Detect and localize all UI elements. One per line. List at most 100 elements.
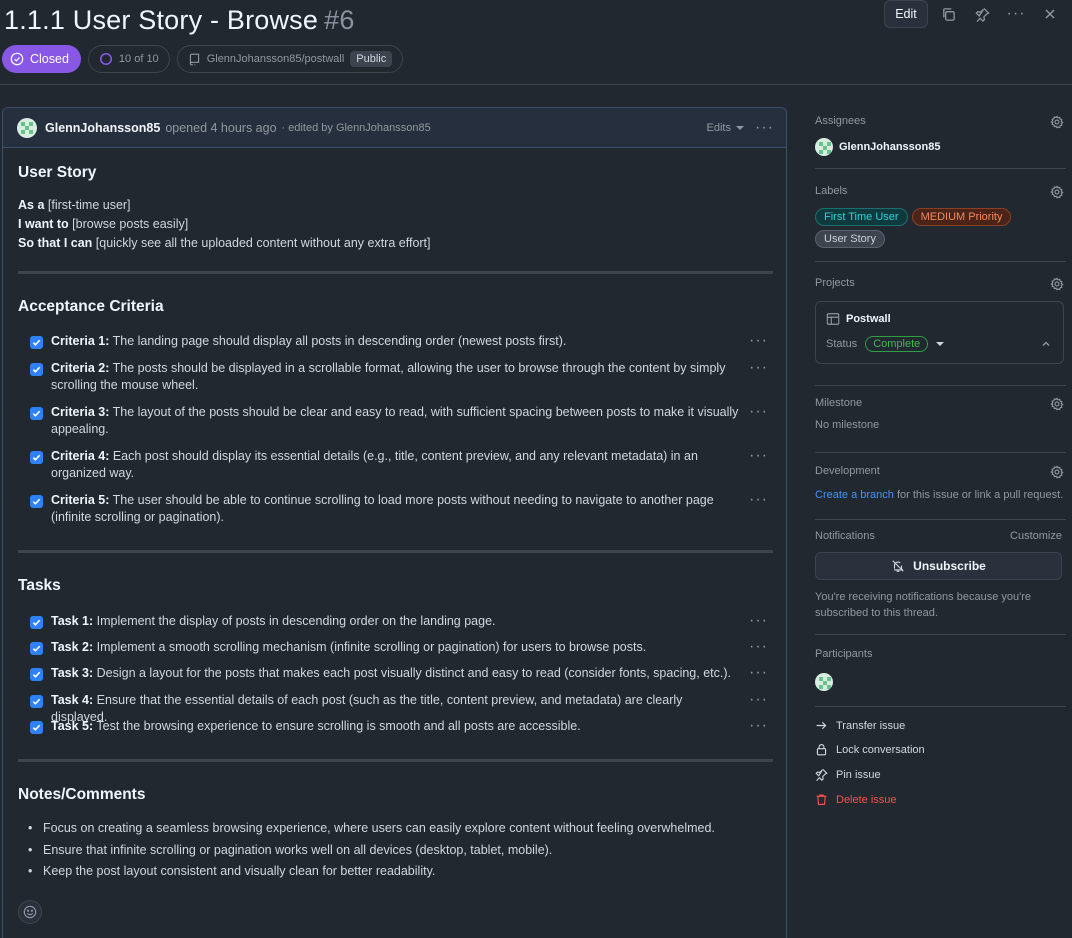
label-first-time-user[interactable]: First Time User <box>815 208 908 226</box>
notifications-section: Notifications Customize Unsubscribe You'… <box>815 530 1066 621</box>
pin-icon[interactable] <box>968 0 996 28</box>
checkbox[interactable] <box>30 695 43 708</box>
add-reaction-button[interactable] <box>18 900 42 924</box>
project-status: Status Complete <box>826 336 945 352</box>
close-icon[interactable] <box>1036 0 1064 28</box>
assignees-section: Assignees GlennJohansson85 <box>815 115 1066 156</box>
item-options-icon[interactable]: ··· <box>749 359 768 377</box>
item-options-icon[interactable]: ··· <box>749 332 768 350</box>
issue-body-comment: GlennJohansson85 opened 4 hours ago · ed… <box>2 107 787 938</box>
divider <box>815 261 1066 262</box>
checkbox[interactable] <box>30 336 43 349</box>
delete-issue-action[interactable]: Delete issue <box>815 793 897 806</box>
bell-slash-icon <box>892 560 904 572</box>
gear-icon[interactable] <box>1050 277 1064 294</box>
gear-icon[interactable] <box>1050 185 1064 202</box>
header-actions: Edit ··· <box>884 0 1064 28</box>
criteria-text: Criteria 4: Each post should display its… <box>51 449 698 480</box>
unsubscribe-button[interactable]: Unsubscribe <box>815 552 1062 580</box>
gear-icon[interactable] <box>1050 465 1064 482</box>
criteria-text: Criteria 5: The user should be able to c… <box>51 493 714 524</box>
checkbox[interactable] <box>30 721 43 734</box>
checkbox[interactable] <box>30 642 43 655</box>
comment-author[interactable]: GlennJohansson85 <box>45 121 160 135</box>
notes-list: Focus on creating a seamless browsing ex… <box>28 818 715 883</box>
section-divider <box>18 271 773 274</box>
checkbox[interactable] <box>30 451 43 464</box>
create-branch-link[interactable]: Create a branch <box>815 489 894 501</box>
gear-icon[interactable] <box>1050 397 1064 414</box>
header-divider <box>0 84 1072 85</box>
label-medium-priority[interactable]: MEDIUM Priority <box>911 208 1012 226</box>
story-text: As a [first-time user] I want to [browse… <box>18 196 431 253</box>
list-item: Ensure that infinite scrolling or pagina… <box>28 840 715 862</box>
checkbox[interactable] <box>30 363 43 376</box>
task-item: Task 1: Implement the display of posts i… <box>30 612 780 630</box>
criteria-text: Criteria 2: The posts should be displaye… <box>51 361 726 392</box>
project-name[interactable]: Postwall <box>826 312 891 326</box>
item-options-icon[interactable]: ··· <box>749 491 768 509</box>
repo-icon <box>189 53 199 65</box>
project-card: Postwall Status Complete <box>815 301 1064 364</box>
pin-icon <box>815 768 828 781</box>
list-item: Keep the post layout consistent and visu… <box>28 861 715 883</box>
chevron-down-icon[interactable] <box>936 340 945 348</box>
state-label: Closed <box>30 52 69 66</box>
comment-options-icon[interactable]: ··· <box>755 119 774 137</box>
task-text: Task 5: Test the browsing experience to … <box>51 719 581 733</box>
trash-icon <box>816 794 827 805</box>
milestone-title: Milestone <box>815 397 863 409</box>
more-options-icon[interactable]: ··· <box>1002 0 1030 28</box>
label-user-story[interactable]: User Story <box>815 230 885 248</box>
progress-circle-icon <box>99 52 112 66</box>
gear-icon[interactable] <box>1050 115 1064 132</box>
task-item: Task 5: Test the browsing experience to … <box>30 717 780 735</box>
customize-link[interactable]: Customize <box>1010 530 1062 542</box>
progress-pill[interactable]: 10 of 10 <box>87 45 170 73</box>
checkbox[interactable] <box>30 668 43 681</box>
item-options-icon[interactable]: ··· <box>749 638 768 656</box>
table-icon <box>826 313 840 325</box>
status-label: Status <box>826 338 858 350</box>
item-options-icon[interactable]: ··· <box>749 612 768 630</box>
item-options-icon[interactable]: ··· <box>749 403 768 421</box>
item-options-icon[interactable]: ··· <box>749 664 768 682</box>
repo-pill[interactable]: GlennJohansson85/postwall Public <box>176 45 404 73</box>
item-options-icon[interactable]: ··· <box>749 717 768 735</box>
divider <box>815 706 1066 707</box>
assignee[interactable]: GlennJohansson85 <box>815 138 1066 156</box>
development-text: Create a branch for this issue or link a… <box>815 489 1064 501</box>
section-divider <box>18 759 773 762</box>
projects-section: Projects Postwall Status Complete <box>815 277 1066 364</box>
copy-icon[interactable] <box>934 0 962 28</box>
edit-button[interactable]: Edit <box>884 0 928 28</box>
edits-dropdown[interactable]: Edits <box>707 122 744 134</box>
criteria-item: Criteria 4: Each post should display its… <box>30 447 780 482</box>
avatar[interactable] <box>17 117 37 138</box>
chevron-up-icon[interactable] <box>1041 338 1051 352</box>
assignee-name: GlennJohansson85 <box>839 141 941 153</box>
tasks-heading: Tasks <box>18 577 61 594</box>
check-circle-icon <box>10 52 24 66</box>
comment-edited: · edited by GlennJohansson85 <box>281 121 431 134</box>
checkbox[interactable] <box>30 495 43 508</box>
participants-section: Participants <box>815 648 1066 691</box>
criteria-item: Criteria 2: The posts should be displaye… <box>30 359 780 394</box>
edits-label: Edits <box>706 121 731 134</box>
participants-title: Participants <box>815 648 873 660</box>
item-options-icon[interactable]: ··· <box>749 447 768 465</box>
lock-conversation-action[interactable]: Lock conversation <box>815 743 925 756</box>
checkbox[interactable] <box>30 616 43 629</box>
pin-issue-action[interactable]: Pin issue <box>815 768 881 781</box>
status-badge[interactable]: Complete <box>865 336 929 352</box>
story-line: So that I can [quickly see all the uploa… <box>18 236 431 250</box>
labels-title: Labels <box>815 185 848 197</box>
progress-label: 10 of 10 <box>118 53 159 65</box>
checkbox[interactable] <box>30 407 43 420</box>
divider <box>815 452 1066 453</box>
labels-list: First Time User MEDIUM Priority User Sto… <box>815 208 1015 248</box>
avatar[interactable] <box>815 673 833 691</box>
transfer-issue-action[interactable]: Transfer issue <box>815 719 905 732</box>
item-options-icon[interactable]: ··· <box>749 691 768 709</box>
arrow-right-icon <box>816 721 827 730</box>
